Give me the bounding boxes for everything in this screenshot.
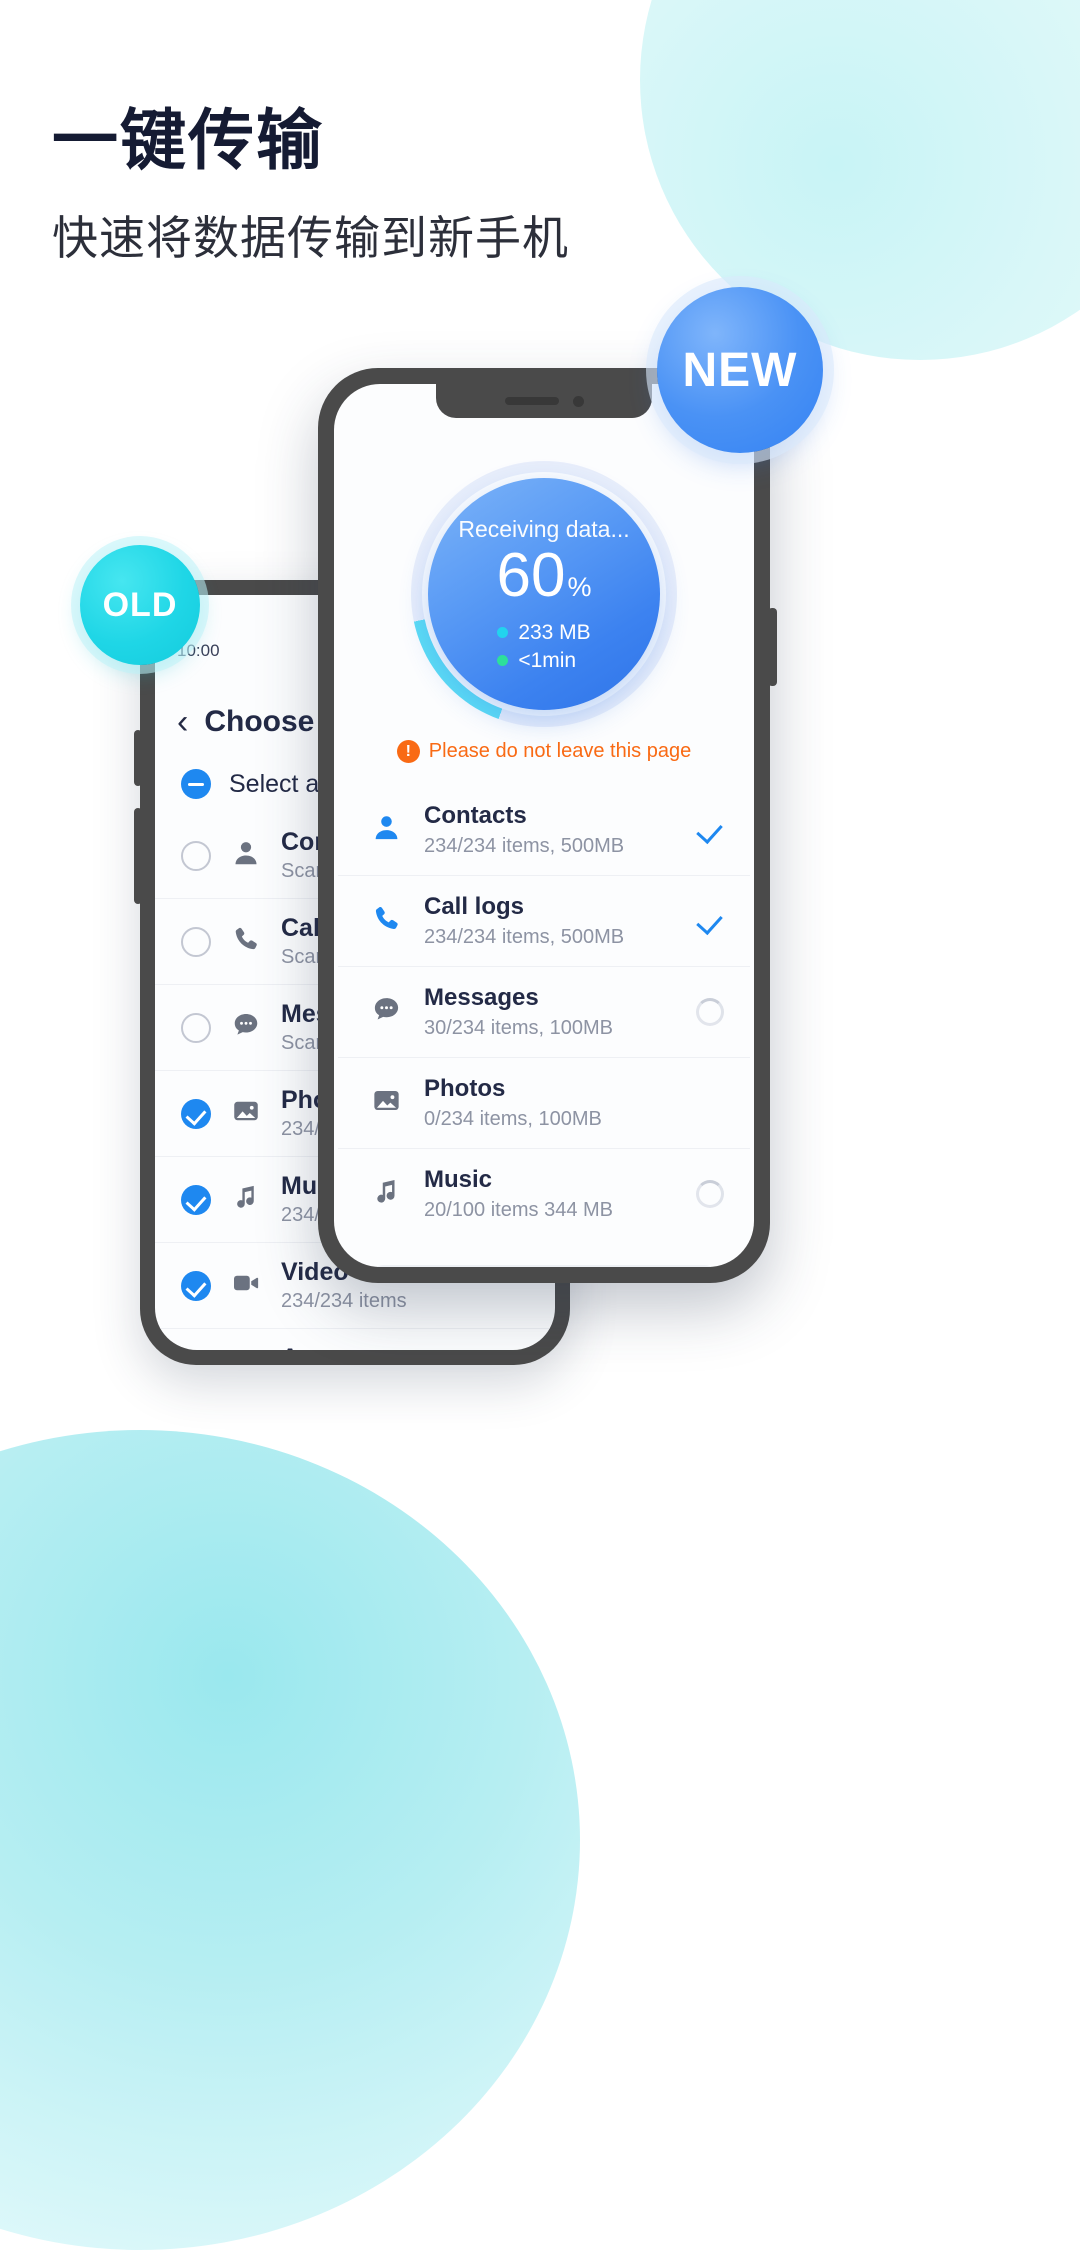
- transfer-item-title: Contacts: [424, 802, 527, 829]
- chevron-left-icon[interactable]: ‹: [177, 705, 188, 739]
- cancel-button[interactable]: Cancel: [370, 1265, 718, 1267]
- progress-percent: 60 %: [496, 540, 592, 610]
- background-blob-bottom: [0, 1430, 580, 2250]
- video-icon: [231, 1268, 261, 1303]
- item-checkbox[interactable]: [181, 1012, 211, 1043]
- transfer-item-subtitle: 20/100 items 344 MB: [424, 1199, 613, 1221]
- transfer-item-subtitle: 234/234 items, 500MB: [424, 926, 625, 948]
- messages-icon: [231, 1010, 261, 1045]
- page-title: 一键传输: [52, 103, 324, 177]
- transfer-item-text: Messages 30/234 items, 100MB: [424, 984, 678, 1040]
- badge-new: NEW: [657, 287, 823, 453]
- messages-icon: [371, 994, 402, 1030]
- old-item-icon-wrap: [227, 1268, 265, 1303]
- old-phone-side-button-volume-up: [134, 730, 142, 786]
- select-all-label: Select all: [229, 769, 331, 798]
- page-subtitle: 快速将数据传输到新手机: [52, 212, 569, 264]
- new-phone-screen: Receiving data... 60 % 233 MB <1min ! Ple…: [334, 384, 754, 1267]
- earpiece-speaker-icon: [504, 397, 559, 405]
- item-checkbox[interactable]: [181, 926, 211, 957]
- progress-percent-value: 60: [496, 540, 566, 610]
- old-item-subtitle: 234/234 items: [281, 1290, 407, 1312]
- progress-disc: Receiving data... 60 % 233 MB <1min: [428, 478, 660, 710]
- item-checkbox[interactable]: [181, 1270, 211, 1301]
- photos-icon: [231, 1096, 261, 1131]
- new-phone-mockup: Receiving data... 60 % 233 MB <1min ! Ple…: [318, 368, 777, 1283]
- old-item-text: App234/234 items: [281, 1344, 407, 1350]
- select-all-checkbox[interactable]: [181, 769, 211, 799]
- transfer-list-item[interactable]: Call logs 234/234 items, 500MB: [338, 876, 750, 967]
- transfer-list-item[interactable]: Music 20/100 items 344 MB: [338, 1149, 750, 1239]
- old-item-icon-wrap: [227, 1096, 265, 1131]
- stat-dot-icon: [497, 655, 509, 666]
- photos-icon: [371, 1085, 402, 1121]
- transfer-item-text: Call logs 234/234 items, 500MB: [424, 893, 676, 949]
- progress-status-label: Receiving data...: [458, 515, 630, 542]
- transfer-item-text: Contacts 234/234 items, 500MB: [424, 802, 676, 858]
- transfer-item-title: Call logs: [424, 893, 525, 920]
- front-camera-icon: [572, 395, 584, 407]
- status-check-icon: [694, 815, 724, 845]
- progress-stat: 233 MB: [497, 620, 591, 645]
- transfer-item-title: Photos: [424, 1075, 506, 1102]
- contacts-icon: [231, 838, 261, 873]
- transfer-item-subtitle: 30/234 items, 100MB: [424, 1017, 613, 1039]
- progress-stats: 233 MB <1min: [497, 617, 591, 673]
- phone-notch: [436, 384, 652, 418]
- call-icon: [371, 903, 402, 939]
- progress-percent-unit: %: [567, 571, 592, 602]
- stat-dot-icon: [497, 627, 509, 638]
- transfer-list-item[interactable]: Contacts 234/234 items, 500MB: [338, 785, 750, 876]
- contacts-icon: [371, 812, 402, 848]
- transfer-item-text: Music 20/100 items 344 MB: [424, 1166, 678, 1222]
- transfer-list-item[interactable]: Photos 0/234 items, 100MB: [338, 1058, 750, 1149]
- progress-stat: <1min: [497, 649, 590, 673]
- old-item-icon-wrap: [227, 1182, 265, 1217]
- old-list-item[interactable]: App234/234 items: [155, 1329, 555, 1350]
- stat-text: 233 MB: [518, 620, 591, 644]
- transfer-item-icon-wrap: [366, 812, 406, 848]
- transfer-item-icon-wrap: [366, 994, 406, 1030]
- status-spinner-icon: [696, 1180, 724, 1208]
- music-icon: [231, 1182, 261, 1217]
- transfer-item-subtitle: 0/234 items, 100MB: [424, 1108, 602, 1130]
- item-checkbox[interactable]: [181, 1184, 211, 1215]
- transfer-item-icon-wrap: [366, 1085, 406, 1121]
- transfer-item-title: Messages: [424, 984, 539, 1011]
- status-spinner-icon: [696, 998, 724, 1026]
- transfer-progress: Receiving data... 60 % 233 MB <1min: [334, 444, 754, 744]
- badge-old: OLD: [80, 545, 200, 665]
- transfer-item-icon-wrap: [366, 1176, 406, 1212]
- transfer-item-icon-wrap: [366, 903, 406, 939]
- transfer-item-text: Photos 0/234 items, 100MB: [424, 1075, 678, 1131]
- item-checkbox[interactable]: [181, 1098, 211, 1129]
- old-item-icon-wrap: [227, 838, 265, 873]
- transfer-list-item[interactable]: Messages 30/234 items, 100MB: [338, 967, 750, 1058]
- music-icon: [371, 1176, 402, 1212]
- status-check-icon: [694, 906, 724, 936]
- stat-text: <1min: [518, 648, 577, 672]
- transfer-items-list: Contacts 234/234 items, 500MB Call logs 234…: [334, 785, 754, 1239]
- old-item-title: App: [281, 1344, 407, 1350]
- new-phone-side-button-power: [768, 608, 777, 686]
- item-checkbox[interactable]: [181, 840, 211, 871]
- old-item-icon-wrap: [227, 924, 265, 959]
- old-phone-side-button-volume-down: [134, 808, 142, 904]
- call-icon: [231, 924, 261, 959]
- old-item-icon-wrap: [227, 1010, 265, 1045]
- transfer-item-subtitle: 234/234 items, 500MB: [424, 835, 625, 857]
- transfer-item-title: Music: [424, 1166, 493, 1193]
